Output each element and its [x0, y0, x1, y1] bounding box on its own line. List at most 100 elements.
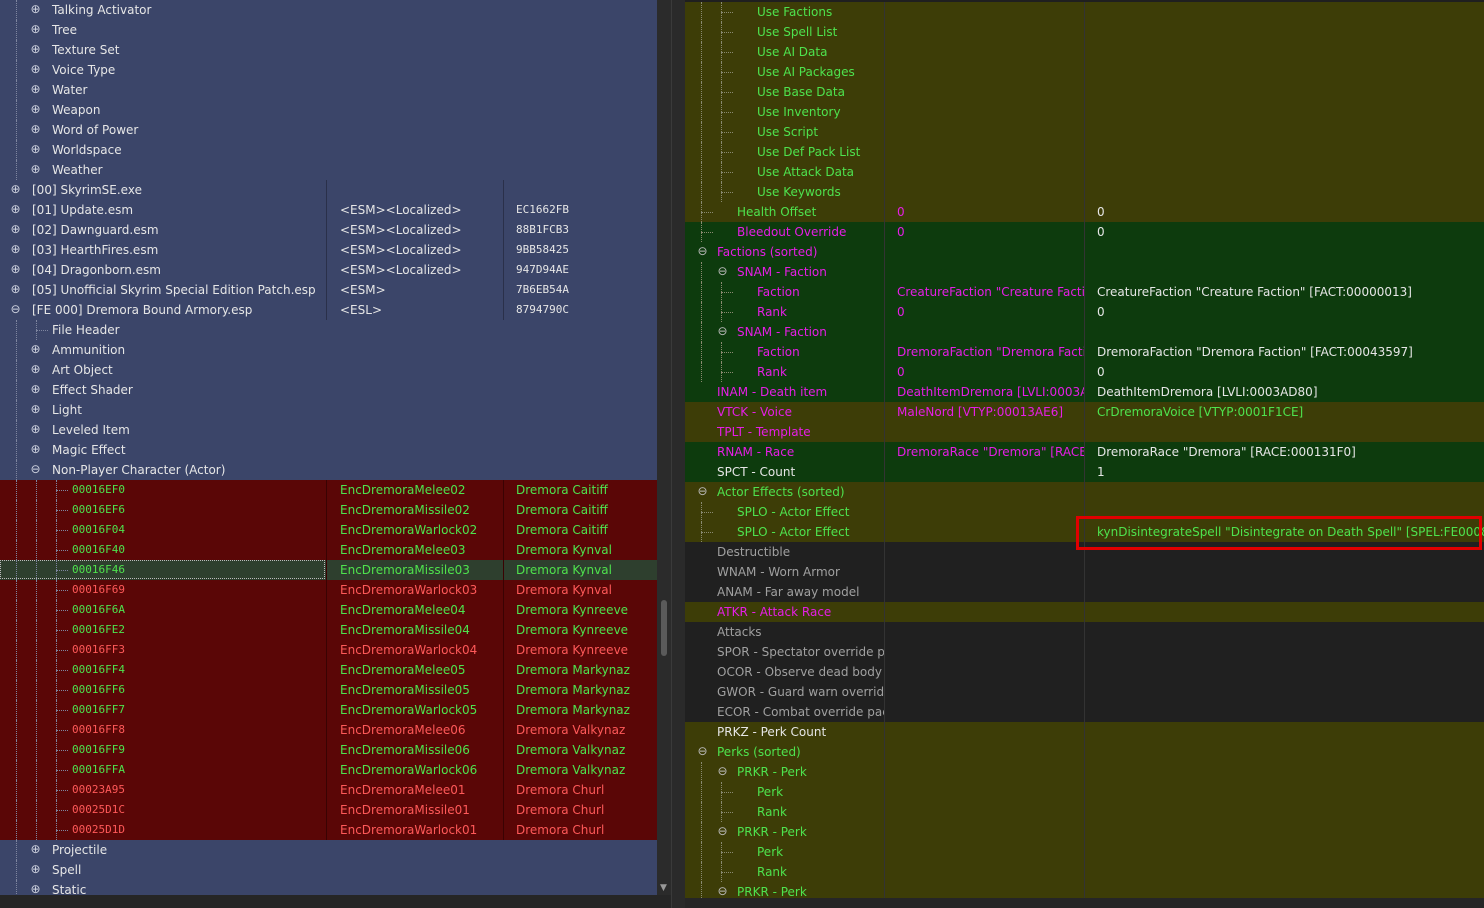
record-field-row[interactable]: ATKR - Attack Race: [685, 602, 1484, 622]
record-field-row[interactable]: Use Def Pack List: [685, 142, 1484, 162]
collapse-icon[interactable]: ⊖: [717, 885, 728, 897]
npc-record-row[interactable]: 00016FFA EncDremoraWarlock06 Dremora Valky…: [0, 760, 657, 780]
record-field-row[interactable]: PRKZ - Perk Count: [685, 722, 1484, 742]
right-horizontal-scrollbar[interactable]: [685, 898, 1484, 908]
expand-icon[interactable]: ⊕: [10, 203, 21, 215]
expand-icon[interactable]: ⊕: [10, 243, 21, 255]
scrollbar-thumb[interactable]: [661, 600, 667, 656]
record-field-row[interactable]: Use Inventory: [685, 102, 1484, 122]
npc-record-row[interactable]: 00016F69 EncDremoraWarlock03 Dremora Kynva…: [0, 580, 657, 600]
record-field-row[interactable]: ECOR - Combat override pac...: [685, 702, 1484, 722]
npc-record-row[interactable]: 00016EF6 EncDremoraMissile02 Dremora Caiti…: [0, 500, 657, 520]
record-view[interactable]: Use Factions Use Spell List Use AI Data Use…: [685, 0, 1484, 898]
expand-icon[interactable]: ⊕: [30, 43, 41, 55]
record-field-row[interactable]: Rank: [685, 862, 1484, 882]
plugin-row[interactable]: ⊕ [03] HearthFires.esm <ESM><Localized> 9BB…: [0, 240, 657, 260]
plugin-row[interactable]: ⊕ [02] Dawnguard.esm <ESM><Localized> 88B1F…: [0, 220, 657, 240]
group-spell[interactable]: ⊕ Spell: [0, 860, 657, 880]
group-ammunition[interactable]: ⊕ Ammunition: [0, 340, 657, 360]
group-art-object[interactable]: ⊕ Art Object: [0, 360, 657, 380]
npc-record-row[interactable]: 00016F6A EncDremoraMelee04 Dremora Kynreev…: [0, 600, 657, 620]
npc-record-row[interactable]: 00016FF9 EncDremoraMissile06 Dremora Valky…: [0, 740, 657, 760]
npc-record-row[interactable]: 00016FF3 EncDremoraWarlock04 Dremora Kynre…: [0, 640, 657, 660]
record-field-row[interactable]: Bleedout Override 0 0: [685, 222, 1484, 242]
npc-record-row[interactable]: 00016FF8 EncDremoraMelee06 Dremora Valkyna…: [0, 720, 657, 740]
tree-item-weather[interactable]: ⊕ Weather: [0, 160, 657, 180]
expand-icon[interactable]: ⊕: [30, 343, 41, 355]
npc-record-row[interactable]: 00025D1C EncDremoraMissile01 Dremora Churl: [0, 800, 657, 820]
record-field-row[interactable]: Use Keywords: [685, 182, 1484, 202]
record-field-row[interactable]: SPCT - Count 1: [685, 462, 1484, 482]
navigation-tree[interactable]: ⊕ Talking Activator ⊕ Tree ⊕ Texture Set ⊕ Voic…: [0, 0, 657, 895]
expand-icon[interactable]: ⊕: [10, 223, 21, 235]
record-field-row[interactable]: ⊖ Factions (sorted): [685, 242, 1484, 262]
tree-item-talking-activator[interactable]: ⊕ Talking Activator: [0, 0, 657, 20]
record-field-row[interactable]: ⊖ SNAM - Faction: [685, 262, 1484, 282]
left-vertical-scrollbar[interactable]: ▼: [657, 0, 671, 895]
record-field-row[interactable]: ANAM - Far away model: [685, 582, 1484, 602]
record-field-row[interactable]: Use Factions: [685, 2, 1484, 22]
record-field-row[interactable]: ⊖ SNAM - Faction: [685, 322, 1484, 342]
left-horizontal-scrollbar[interactable]: [0, 895, 671, 908]
expand-icon[interactable]: ⊕: [30, 383, 41, 395]
tree-item-voice-type[interactable]: ⊕ Voice Type: [0, 60, 657, 80]
npc-record-row[interactable]: 00025D1D EncDremoraWarlock01 Dremora Churl: [0, 820, 657, 840]
npc-record-row[interactable]: 00016F46 EncDremoraMissile03 Dremora Kynva…: [0, 560, 657, 580]
plugin-row[interactable]: ⊖ [FE 000] Dremora Bound Armory.esp <ESL> 8…: [0, 300, 657, 320]
expand-icon[interactable]: ⊕: [30, 423, 41, 435]
expand-icon[interactable]: ⊕: [30, 883, 41, 895]
plugin-row[interactable]: ⊕ [05] Unofficial Skyrim Special Edition …: [0, 280, 657, 300]
npc-record-row[interactable]: 00016FF4 EncDremoraMelee05 Dremora Markyna…: [0, 660, 657, 680]
expand-icon[interactable]: ⊕: [30, 443, 41, 455]
tree-item-texture-set[interactable]: ⊕ Texture Set: [0, 40, 657, 60]
collapse-icon[interactable]: ⊖: [717, 325, 728, 337]
record-field-row[interactable]: Rank 0 0: [685, 302, 1484, 322]
record-field-row[interactable]: SPOR - Spectator override pa...: [685, 642, 1484, 662]
record-field-row[interactable]: Use Script: [685, 122, 1484, 142]
record-field-row[interactable]: Health Offset 0 0: [685, 202, 1484, 222]
record-field-row[interactable]: Use AI Packages: [685, 62, 1484, 82]
record-field-row[interactable]: INAM - Death item DeathItemDremora [LVLI:…: [685, 382, 1484, 402]
record-field-row[interactable]: VTCK - Voice MaleNord [VTYP:00013AE6] CrDr…: [685, 402, 1484, 422]
group-effect-shader[interactable]: ⊕ Effect Shader: [0, 380, 657, 400]
expand-icon[interactable]: ⊕: [30, 863, 41, 875]
expand-icon[interactable]: ⊕: [10, 183, 21, 195]
npc-record-row[interactable]: 00016FF6 EncDremoraMissile05 Dremora Marky…: [0, 680, 657, 700]
expand-icon[interactable]: ⊕: [30, 123, 41, 135]
tree-item-word-of-power[interactable]: ⊕ Word of Power: [0, 120, 657, 140]
npc-record-row[interactable]: 00016FF7 EncDremoraWarlock05 Dremora Marky…: [0, 700, 657, 720]
record-field-row[interactable]: ⊖ Actor Effects (sorted): [685, 482, 1484, 502]
record-field-row[interactable]: OCOR - Observe dead body ...: [685, 662, 1484, 682]
record-field-row[interactable]: ⊖ PRKR - Perk: [685, 822, 1484, 842]
plugin-row[interactable]: ⊕ [00] SkyrimSE.exe: [0, 180, 657, 200]
record-field-row[interactable]: Use Spell List: [685, 22, 1484, 42]
collapse-icon[interactable]: ⊖: [717, 765, 728, 777]
record-field-row[interactable]: Perk: [685, 782, 1484, 802]
expand-icon[interactable]: ⊕: [30, 83, 41, 95]
tree-item-weapon[interactable]: ⊕ Weapon: [0, 100, 657, 120]
tree-item-water[interactable]: ⊕ Water: [0, 80, 657, 100]
plugin-row[interactable]: ⊕ [01] Update.esm <ESM><Localized> EC1662FB: [0, 200, 657, 220]
record-field-row[interactable]: WNAM - Worn Armor: [685, 562, 1484, 582]
expand-icon[interactable]: ⊕: [30, 163, 41, 175]
npc-record-row[interactable]: 00016FE2 EncDremoraMissile04 Dremora Kynre…: [0, 620, 657, 640]
record-field-row[interactable]: Rank 0 0: [685, 362, 1484, 382]
group-non-player-character-actor-[interactable]: ⊖ Non-Player Character (Actor): [0, 460, 657, 480]
record-field-row[interactable]: ⊖ PRKR - Perk: [685, 762, 1484, 782]
group-light[interactable]: ⊕ Light: [0, 400, 657, 420]
expand-icon[interactable]: ⊕: [30, 143, 41, 155]
record-field-row[interactable]: TPLT - Template: [685, 422, 1484, 442]
expand-icon[interactable]: ⊕: [30, 23, 41, 35]
npc-record-row[interactable]: 00016F40 EncDremoraMelee03 Dremora Kynval: [0, 540, 657, 560]
expand-icon[interactable]: ⊕: [10, 263, 21, 275]
record-field-row[interactable]: Faction DremoraFaction "Dremora Facti... D…: [685, 342, 1484, 362]
expand-icon[interactable]: ⊕: [30, 103, 41, 115]
expand-icon[interactable]: ⊕: [30, 363, 41, 375]
collapse-icon[interactable]: ⊖: [10, 303, 21, 315]
tree-item-worldspace[interactable]: ⊕ Worldspace: [0, 140, 657, 160]
expand-icon[interactable]: ⊕: [30, 403, 41, 415]
record-field-row[interactable]: ⊖ PRKR - Perk: [685, 882, 1484, 898]
record-field-row[interactable]: ⊖ Perks (sorted): [685, 742, 1484, 762]
expand-icon[interactable]: ⊕: [30, 843, 41, 855]
record-field-row[interactable]: Faction CreatureFaction "Creature Factio.…: [685, 282, 1484, 302]
